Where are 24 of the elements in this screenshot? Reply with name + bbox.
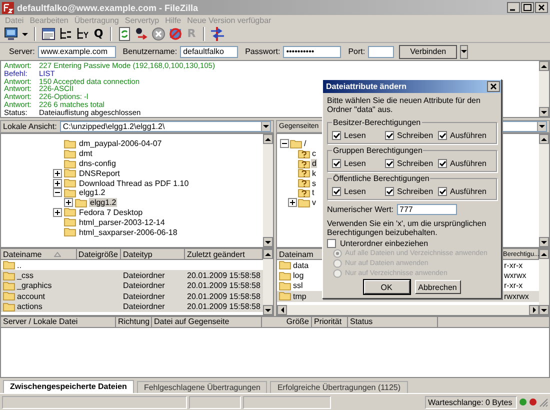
group-title: Besitzer-Berechtigungen (332, 118, 422, 127)
checkbox-label: Lesen (344, 187, 366, 196)
password-label: Passwort: (245, 47, 280, 56)
checkbox-label: Lesen (344, 159, 366, 168)
checkbox-label: Unterordner einbeziehen (340, 239, 428, 248)
hint-text: Verwenden Sie ein 'x', um die ursprünglichen Berechtigungen beizubehalten. (327, 219, 488, 237)
server-label: Server: (9, 47, 35, 56)
port-label: Port: (348, 47, 366, 56)
dialog-title: Dateiattribute ändern (326, 82, 406, 91)
checkbox-label: Ausführen (450, 159, 486, 168)
queue-size-text: Warteschlange: 0 Bytes (425, 396, 517, 408)
group-title: Gruppen Berechtigungen (332, 146, 424, 155)
checkbox-label: Schreiben (397, 159, 434, 168)
checkbox-label: Ausführen (450, 131, 486, 140)
window-title: defaultfalko@www.example.com - FileZilla (17, 2, 199, 12)
numeric-value-label: Numerischer Wert: (327, 205, 394, 214)
checkbox-label: Schreiben (397, 131, 434, 140)
path-label: Lokale Ansicht: (3, 122, 57, 131)
username-label: Benutzername: (122, 47, 178, 56)
group-title: Öffentliche Berechtigungen (332, 174, 430, 183)
checkbox-label: Ausführen (450, 187, 486, 196)
dialog-message: Bitte wählen Sie die neuen Attribute für den Ordner "data" aus. (327, 96, 482, 114)
checkbox-label: Schreiben (397, 187, 434, 196)
checkbox-label: Lesen (344, 131, 366, 140)
